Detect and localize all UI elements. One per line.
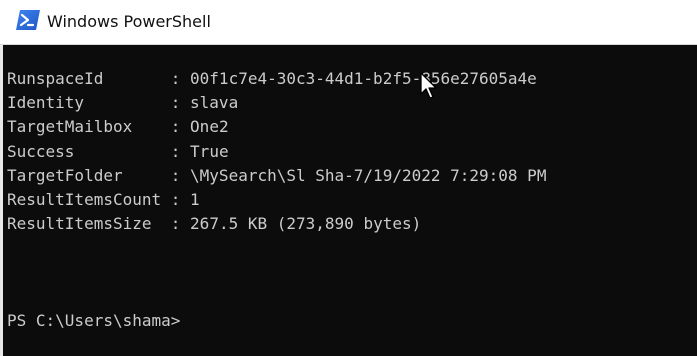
field-padding <box>123 166 162 185</box>
field-value: slava <box>190 93 239 113</box>
field-separator: : <box>161 141 191 161</box>
powershell-window: Windows PowerShell RunspaceId : 00f1c7e4… <box>0 0 697 356</box>
field-key: TargetFolder <box>7 165 123 185</box>
field-separator: : <box>161 93 191 113</box>
field-separator: : <box>161 117 191 137</box>
field-padding <box>103 69 161 88</box>
field-key: ResultItemsSize <box>7 214 152 234</box>
field-padding <box>84 93 161 112</box>
field-key: RunspaceId <box>7 69 104 88</box>
prompt-text: PS C:\Users\shama> <box>7 311 181 330</box>
mouse-pointer-icon <box>420 72 437 99</box>
powershell-icon <box>16 10 40 30</box>
output-line-resultitemscount: ResultItemsCount : 1 <box>7 188 546 212</box>
field-key: Success <box>7 141 75 161</box>
field-separator: : <box>161 189 191 209</box>
output-line-identity: Identity : slava <box>7 91 546 115</box>
field-key: Identity <box>7 93 85 113</box>
title-bar[interactable]: Windows PowerShell <box>0 0 697 45</box>
field-key: TargetMailbox <box>7 117 133 137</box>
field-padding <box>152 214 162 233</box>
output-line-resultitemssize: ResultItemsSize : 267.5 KB (273,890 byte… <box>7 212 546 236</box>
field-value: \MySearch\Sl Sha-7/19/2022 7:29:08 PM <box>190 165 547 185</box>
field-separator: : <box>161 214 191 234</box>
field-value: 1 <box>190 189 200 209</box>
field-value: 00f1c7e4-30c3-44d1-b2f5-856e27605a4e <box>190 69 537 88</box>
output-line-targetmailbox: TargetMailbox : One2 <box>7 115 546 139</box>
field-value: True <box>190 141 229 161</box>
output-line-targetfolder: TargetFolder : \MySearch\Sl Sha-7/19/202… <box>7 164 546 188</box>
field-separator: : <box>161 165 191 185</box>
console-area[interactable]: RunspaceId : 00f1c7e4-30c3-44d1-b2f5-856… <box>3 45 697 356</box>
field-separator: : <box>161 69 191 88</box>
field-value: One2 <box>190 117 229 137</box>
window-title: Windows PowerShell <box>47 12 211 31</box>
field-value: 267.5 KB (273,890 bytes) <box>190 214 422 234</box>
command-prompt[interactable]: PS C:\Users\shama> <box>7 309 188 333</box>
field-padding <box>74 142 161 161</box>
text-caret <box>180 309 188 333</box>
output-lines: RunspaceId : 00f1c7e4-30c3-44d1-b2f5-856… <box>7 67 546 236</box>
field-padding <box>132 117 161 136</box>
field-key: ResultItemsCount <box>7 189 162 209</box>
output-line-runspaceid: RunspaceId : 00f1c7e4-30c3-44d1-b2f5-856… <box>7 67 546 91</box>
output-line-success: Success : True <box>7 140 546 164</box>
